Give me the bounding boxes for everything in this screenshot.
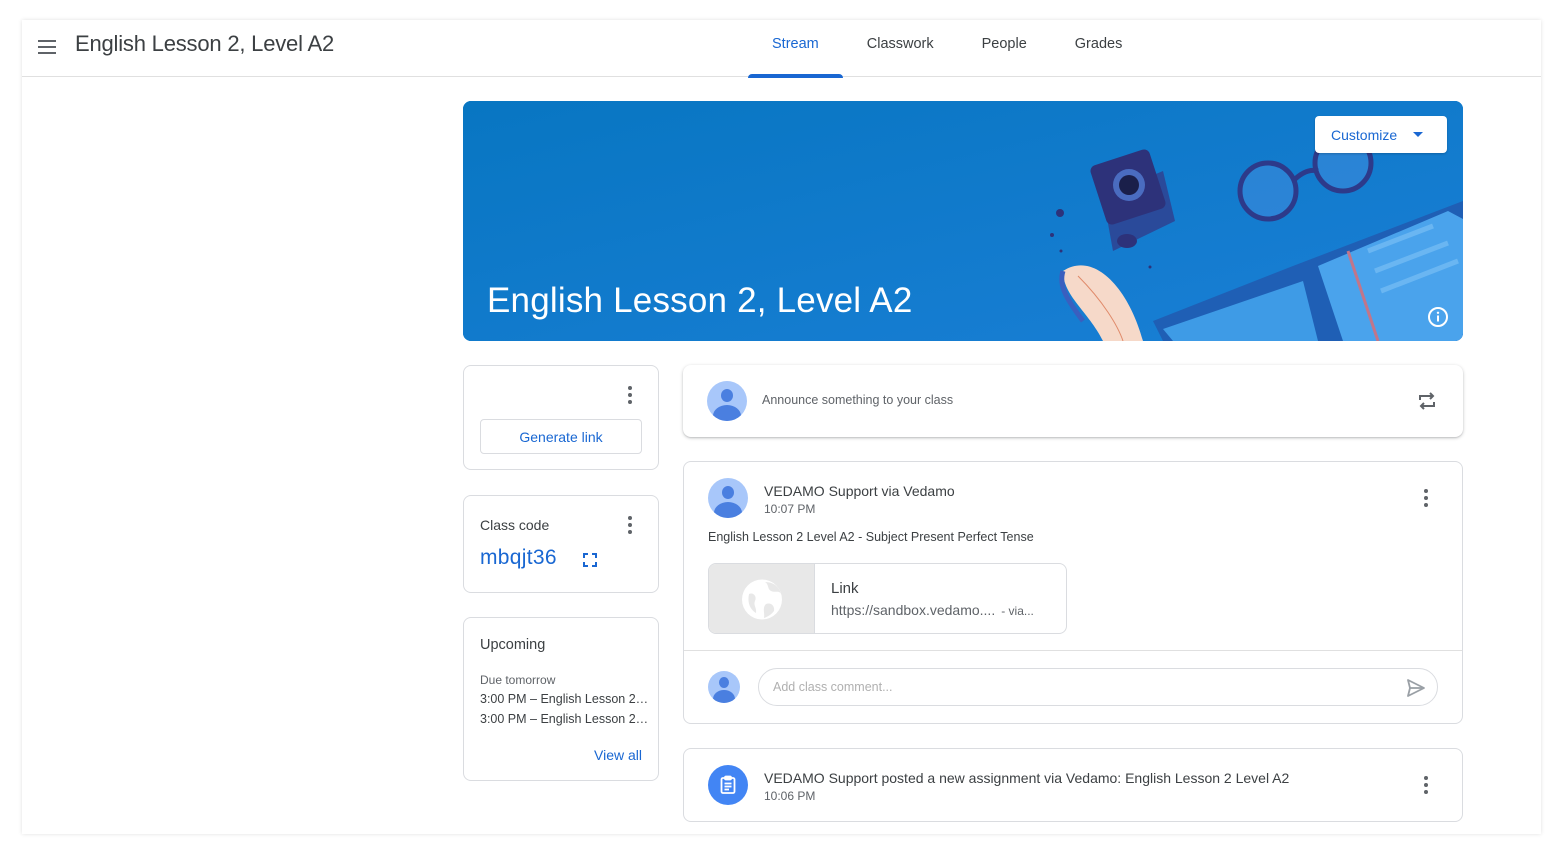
class-code-more-button[interactable] [618,513,642,537]
more-vert-icon [628,386,632,390]
assignment-time: 10:06 PM [764,789,816,803]
hamburger-icon [38,40,56,42]
attachment-title: Link [831,580,859,597]
more-vert-icon [628,516,632,520]
link-attachment[interactable]: Link https://sandbox.vedamo.... - via... [708,563,1067,634]
assignment-icon [720,775,736,794]
send-icon [1407,679,1425,697]
assignment-title: VEDAMO Support posted a new assignment v… [764,770,1290,786]
upcoming-card: Upcoming Due tomorrow 3:00 PM – English … [463,617,659,781]
customize-button[interactable]: Customize [1315,116,1447,153]
invite-link-card: Generate link [463,365,659,470]
class-code-card: Class code mbqjt36 [463,495,659,593]
author-avatar [708,478,748,518]
generate-link-button[interactable]: Generate link [480,419,642,454]
tab-classwork[interactable]: Classwork [843,20,958,77]
tab-people[interactable]: People [958,20,1051,77]
class-code-label: Class code [480,517,550,533]
globe-icon [742,579,782,620]
info-icon [1428,307,1448,327]
repost-icon [1419,392,1435,410]
post-time: 10:07 PM [764,502,816,516]
class-comment-input[interactable] [773,669,1373,705]
tab-bar: Stream Classwork People Grades [748,20,1147,78]
class-code-value: mbqjt36 [480,546,557,569]
upcoming-item[interactable]: 3:00 PM – English Lesson 2 Level A2 [480,692,650,706]
post-more-button[interactable] [1414,486,1438,510]
attachment-thumbnail [709,564,815,633]
display-code-button[interactable] [582,552,598,568]
announce-box[interactable]: Announce something to your class [683,365,1463,437]
reuse-post-button[interactable] [1415,389,1439,413]
class-banner: English Lesson 2, Level A2 Customize [463,101,1463,341]
assignment-avatar [708,765,748,805]
class-comment-field[interactable] [758,668,1438,706]
post-body: English Lesson 2 Level A2 - Subject Pres… [708,530,1034,544]
assignment-more-button[interactable] [1414,773,1438,797]
post-comment-button[interactable] [1405,677,1427,699]
attachment-via: - via... [1001,604,1034,618]
user-avatar [707,381,747,421]
upcoming-title: Upcoming [480,637,546,653]
classroom-window: English Lesson 2, Level A2 Stream Classw… [22,20,1541,834]
class-info-button[interactable] [1427,306,1449,328]
banner-class-title: English Lesson 2, Level A2 [487,281,913,320]
tab-grades[interactable]: Grades [1051,20,1147,77]
announce-placeholder: Announce something to your class [762,393,954,407]
post-author: VEDAMO Support via Vedamo [764,483,955,499]
due-label: Due tomorrow [480,673,556,687]
customize-label: Customize [1331,126,1398,143]
fullscreen-icon [583,553,597,567]
attachment-url-text: https://sandbox.vedamo.... [831,602,996,618]
main-menu-button[interactable] [36,36,58,58]
tab-stream[interactable]: Stream [748,20,843,78]
invite-link-more-button[interactable] [618,383,642,407]
view-all-link[interactable]: View all [594,747,642,763]
top-app-bar: English Lesson 2, Level A2 Stream Classw… [22,20,1541,78]
more-vert-icon [1424,776,1428,780]
commenter-avatar [708,671,740,703]
attachment-url: https://sandbox.vedamo.... - via... [831,602,1034,618]
assignment-post[interactable]: VEDAMO Support posted a new assignment v… [683,748,1463,822]
class-title[interactable]: English Lesson 2, Level A2 [75,31,334,57]
comment-divider [684,650,1462,651]
more-vert-icon [1424,489,1428,493]
dropdown-arrow-icon [1413,132,1424,137]
upcoming-item[interactable]: 3:00 PM – English Lesson 2 Level A2 [480,712,650,726]
stream-post: VEDAMO Support via Vedamo 10:07 PM Engli… [683,461,1463,724]
